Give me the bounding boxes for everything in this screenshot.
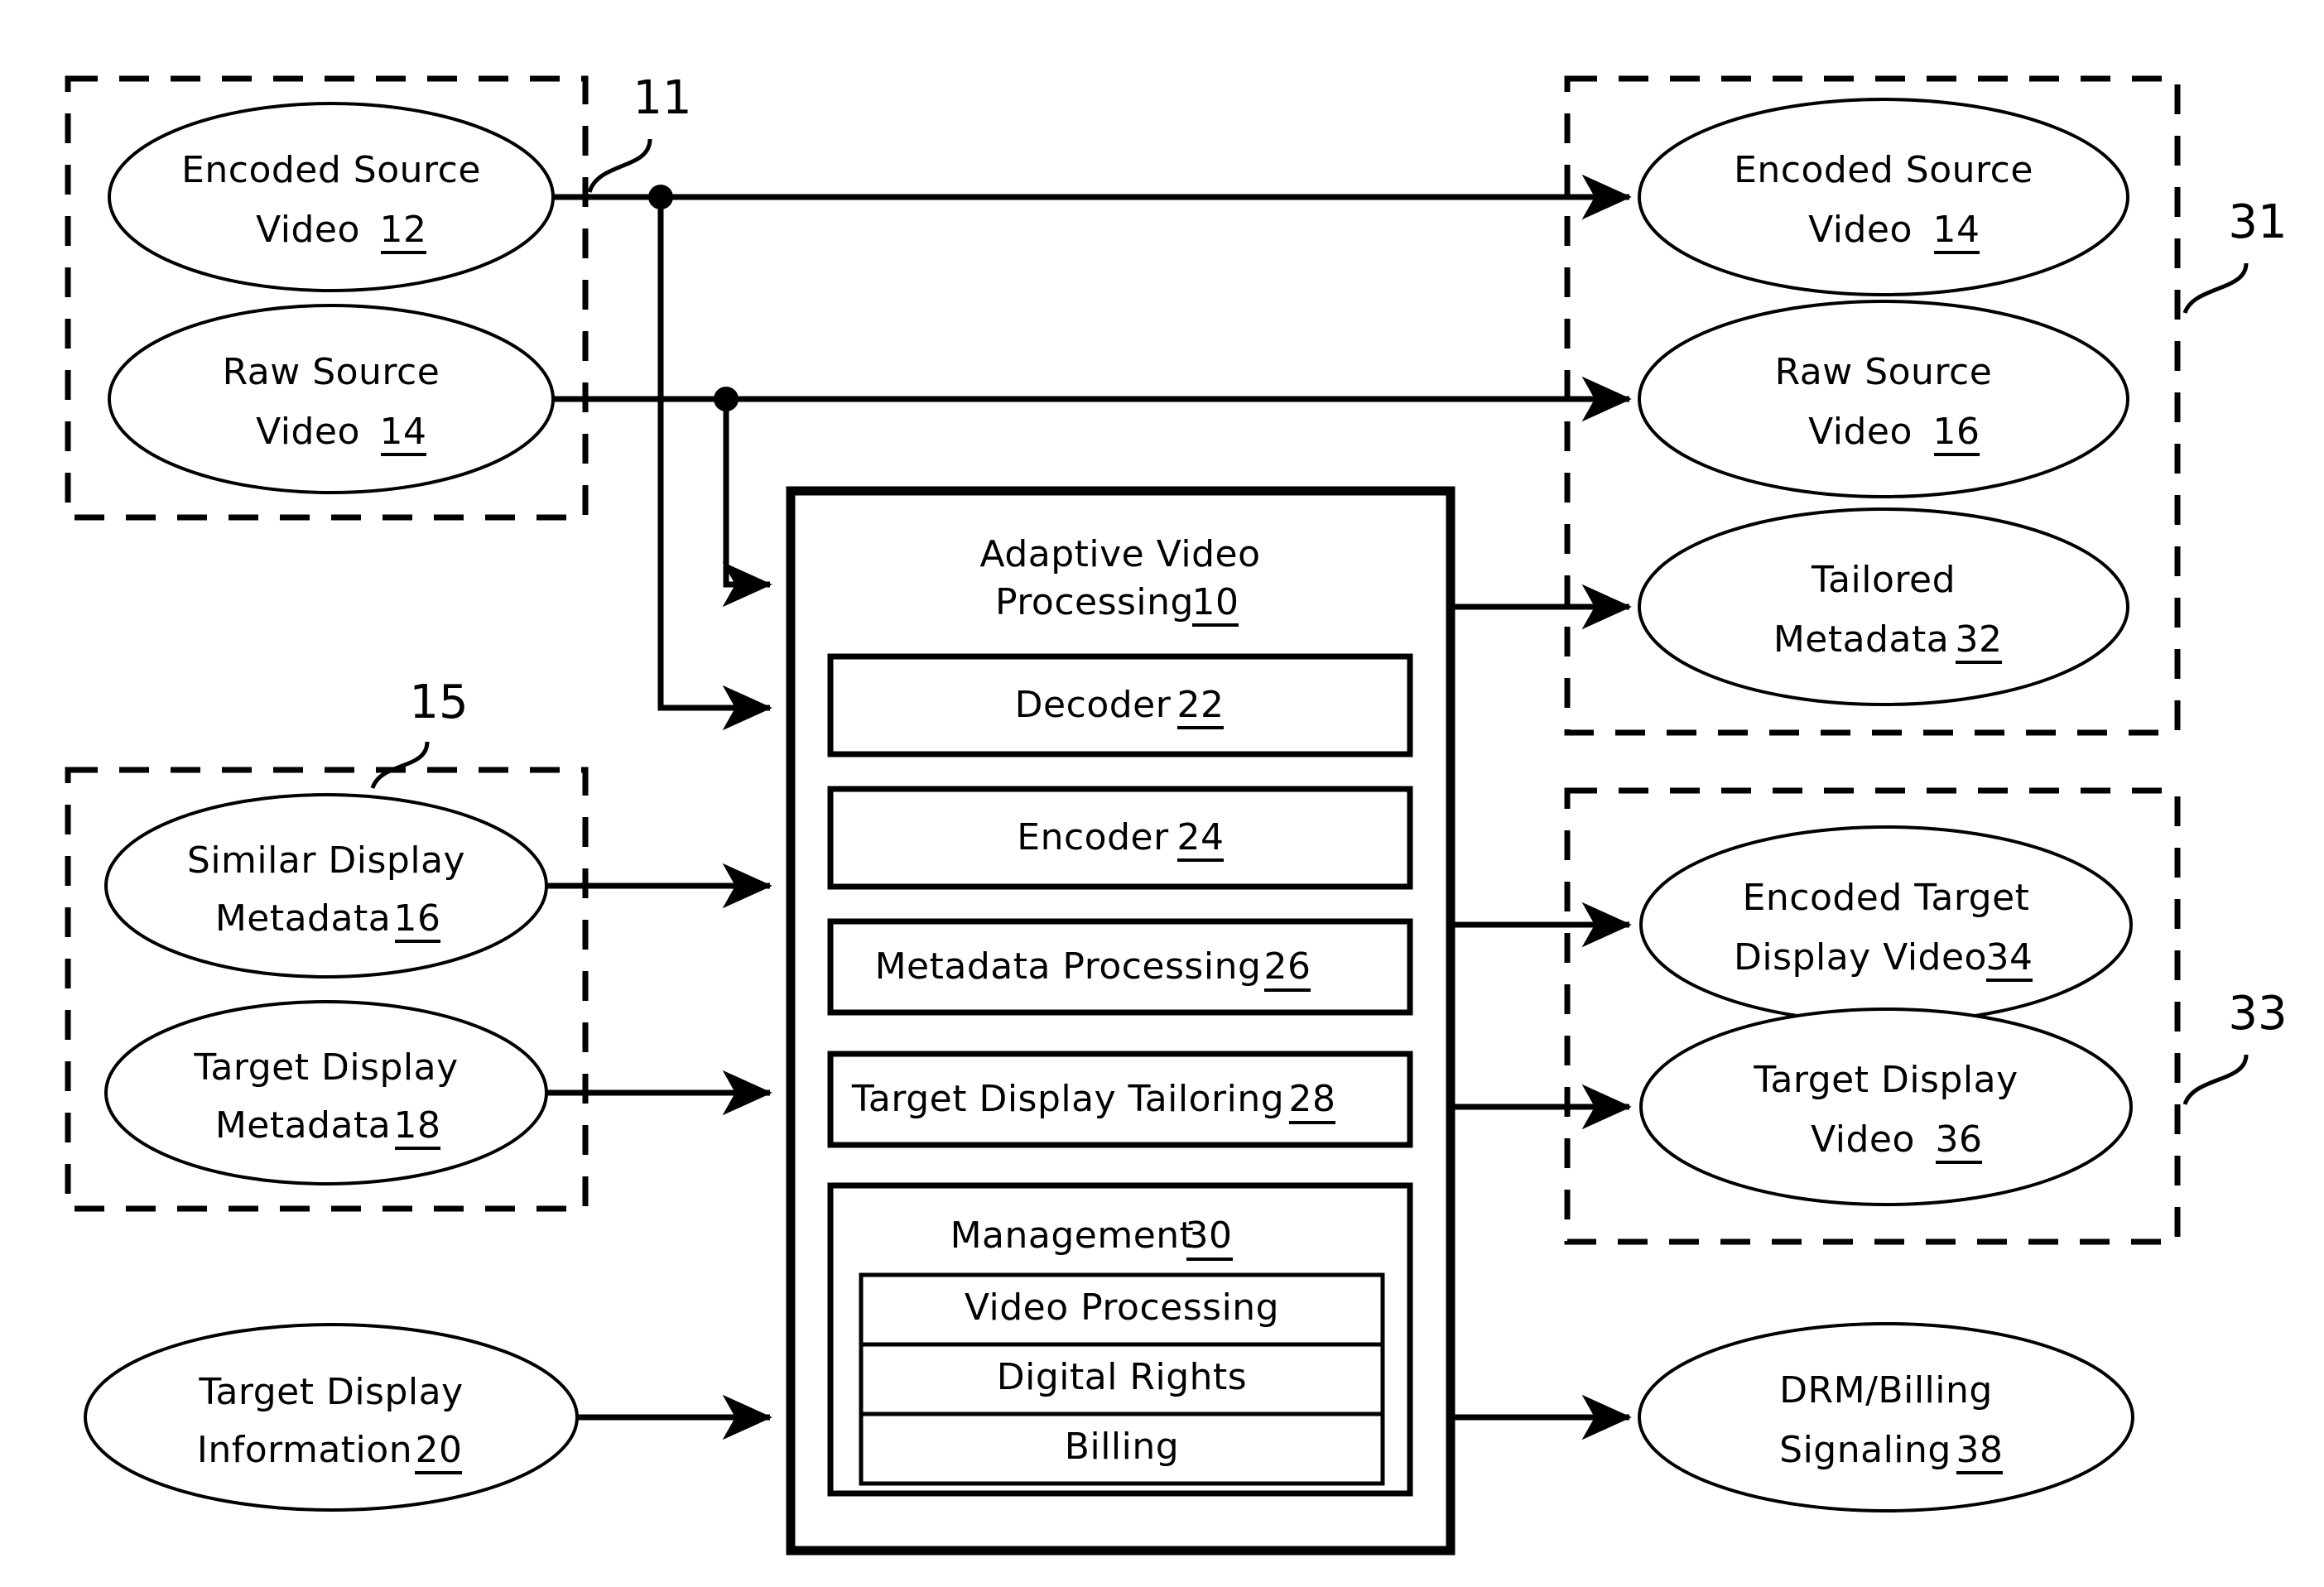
node-label-line1: Raw Source bbox=[1775, 351, 1993, 393]
node-label-line1: Raw Source bbox=[223, 351, 440, 393]
node-encoded-source-video-14-output[interactable]: Encoded Source Video 14 bbox=[1638, 98, 2129, 296]
node-label-line2: Video bbox=[1808, 209, 1913, 251]
node-label-line2: Display Video bbox=[1734, 936, 1987, 979]
module-label: Encoder bbox=[1017, 816, 1169, 858]
node-ref: 20 bbox=[416, 1429, 463, 1471]
management-item-label: Video Processing bbox=[965, 1286, 1279, 1329]
node-ref: 14 bbox=[1933, 209, 1980, 251]
node-label-line1: DRM/Billing bbox=[1779, 1369, 1993, 1411]
node-target-display-metadata-18[interactable]: Target Display Metadata 18 bbox=[104, 1000, 548, 1185]
module-ref: 24 bbox=[1177, 816, 1225, 858]
node-encoded-target-display-video-34[interactable]: Encoded Target Display Video 34 bbox=[1639, 825, 2133, 1024]
node-label-line2: Video bbox=[256, 411, 360, 453]
node-label-line2: Metadata bbox=[1773, 618, 1949, 661]
group-ref-11: 11 bbox=[587, 71, 692, 193]
module-label: Decoder bbox=[1015, 684, 1172, 726]
main-block-title-ref: 10 bbox=[1192, 581, 1239, 623]
management-label: Management bbox=[950, 1214, 1195, 1257]
module-target-display-tailoring[interactable]: Target Display Tailoring 28 bbox=[827, 1051, 1413, 1148]
node-label-line2: Video bbox=[256, 209, 360, 251]
node-encoded-source-video-12[interactable]: Encoded Source Video 12 bbox=[108, 102, 555, 292]
node-label-line1: Target Display bbox=[198, 1371, 463, 1413]
node-ref: 14 bbox=[380, 411, 427, 453]
node-label-line1: Encoded Target bbox=[1743, 877, 2030, 919]
node-label-line2: Video bbox=[1811, 1118, 1915, 1161]
module-decoder[interactable]: Decoder 22 bbox=[827, 653, 1413, 757]
node-raw-source-video-16-output[interactable]: Raw Source Video 16 bbox=[1638, 300, 2129, 498]
group-ref-label-15: 15 bbox=[409, 676, 468, 729]
node-label-line1: Target Display bbox=[1753, 1059, 2018, 1101]
module-encoder[interactable]: Encoder 24 bbox=[827, 786, 1413, 890]
junction-dot-encoded-source bbox=[648, 185, 673, 209]
node-ref: 38 bbox=[1956, 1429, 2004, 1471]
node-tailored-metadata-32[interactable]: Tailored Metadata 32 bbox=[1638, 507, 2129, 706]
figure-canvas: 11 15 31 33 Encoded Source Video 12 Raw … bbox=[0, 0, 2324, 1587]
node-label-line1: Similar Display bbox=[187, 839, 465, 882]
module-label: Metadata Processing bbox=[875, 945, 1262, 988]
patent-diagram: 11 15 31 33 Encoded Source Video 12 Raw … bbox=[65, 71, 2288, 1556]
group-ref-label-11: 11 bbox=[633, 71, 691, 125]
module-label: Target Display Tailoring bbox=[851, 1078, 1284, 1120]
node-target-display-information-20[interactable]: Target Display Information 20 bbox=[84, 1323, 579, 1512]
management-item-billing[interactable]: Billing bbox=[859, 1411, 1385, 1486]
management-item-digital-rights[interactable]: Digital Rights bbox=[859, 1342, 1385, 1416]
management-item-label: Billing bbox=[1065, 1426, 1179, 1468]
node-label-line1: Target Display bbox=[193, 1046, 458, 1089]
node-label-line2: Signaling bbox=[1779, 1429, 1951, 1471]
module-ref: 22 bbox=[1177, 684, 1225, 726]
node-label-line1: Encoded Source bbox=[181, 149, 481, 191]
node-label-line2: Information bbox=[197, 1429, 412, 1471]
node-ref: 32 bbox=[1956, 618, 2003, 661]
node-ref: 34 bbox=[1986, 936, 2033, 979]
node-ref: 16 bbox=[1933, 411, 1980, 453]
group-ref-33: 33 bbox=[2182, 987, 2288, 1106]
group-ref-label-31: 31 bbox=[2228, 195, 2287, 249]
wire-encoded-source-to-decoder bbox=[657, 197, 772, 731]
module-ref: 28 bbox=[1289, 1078, 1336, 1120]
node-label-line1: Encoded Source bbox=[1734, 149, 2033, 191]
group-ref-label-33: 33 bbox=[2228, 987, 2287, 1041]
management-item-video-processing[interactable]: Video Processing bbox=[859, 1272, 1385, 1347]
management-ref: 30 bbox=[1186, 1214, 1233, 1257]
node-target-display-video-36[interactable]: Target Display Video 36 bbox=[1639, 1008, 2133, 1206]
node-ref: 36 bbox=[1936, 1118, 1983, 1161]
wire-raw-source-to-main-block bbox=[722, 399, 772, 608]
junction-dot-raw-source bbox=[714, 387, 739, 411]
module-management[interactable]: Management 30 Video Processing Digital R… bbox=[827, 1182, 1413, 1497]
node-raw-source-video-14[interactable]: Raw Source Video 14 bbox=[108, 304, 555, 494]
node-label-line1: Tailored bbox=[1811, 559, 1956, 601]
node-ref: 16 bbox=[394, 897, 441, 940]
main-block-title-line2: Processing bbox=[995, 581, 1194, 623]
module-metadata-processing[interactable]: Metadata Processing 26 bbox=[827, 918, 1413, 1016]
node-ref: 12 bbox=[380, 209, 427, 251]
node-label-line2: Metadata bbox=[215, 1104, 391, 1147]
node-drm-billing-signaling-38[interactable]: DRM/Billing Signaling 38 bbox=[1638, 1322, 2134, 1512]
management-item-label: Digital Rights bbox=[997, 1356, 1247, 1398]
module-ref: 26 bbox=[1264, 945, 1311, 988]
node-ref: 18 bbox=[394, 1104, 441, 1147]
group-ref-31: 31 bbox=[2182, 195, 2288, 315]
main-block-title-line1: Adaptive Video bbox=[980, 533, 1261, 575]
node-similar-display-metadata-16[interactable]: Similar Display Metadata 16 bbox=[104, 793, 548, 979]
node-label-line2: Video bbox=[1808, 411, 1913, 453]
node-label-line2: Metadata bbox=[215, 897, 391, 940]
